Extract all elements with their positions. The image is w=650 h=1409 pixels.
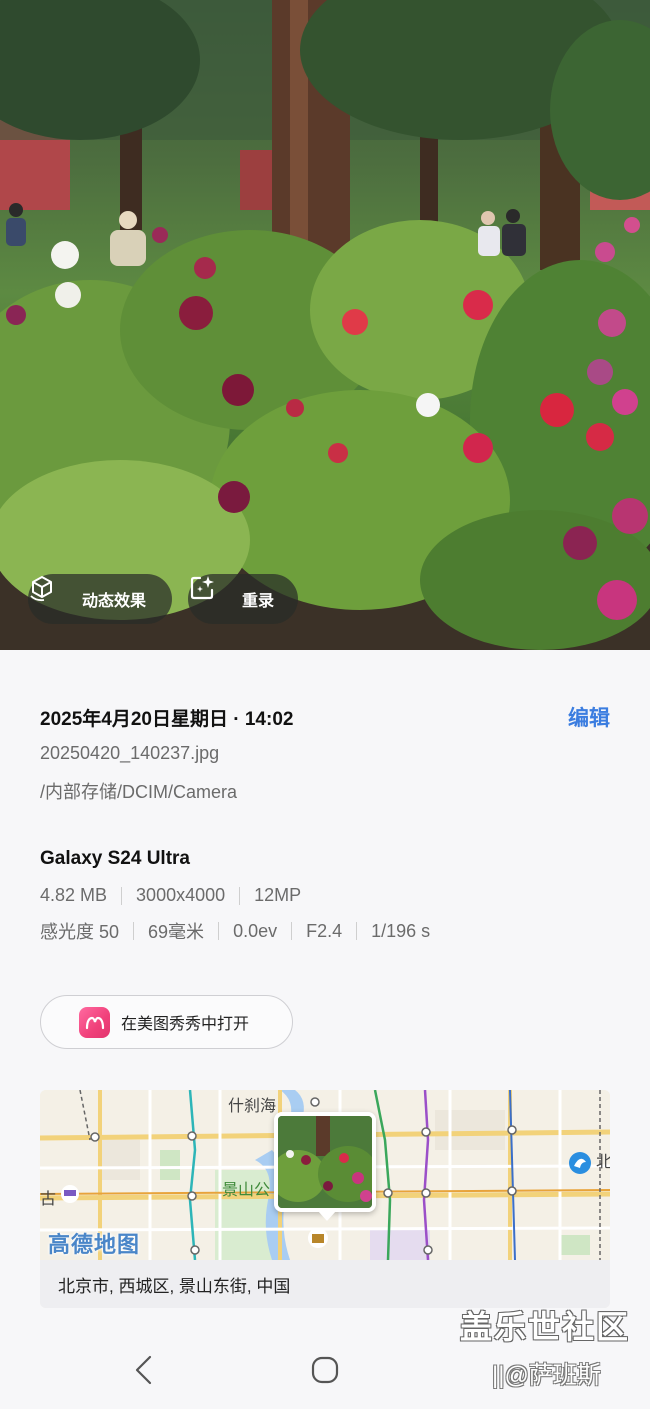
map-label-shichahai: 什刹海 [228, 1098, 277, 1115]
divider [218, 922, 220, 940]
map-photo-thumbnail[interactable] [274, 1112, 376, 1212]
device-model: Galaxy S24 Ultra [40, 848, 190, 869]
aperture: F2.4 [306, 920, 343, 941]
open-in-meitu-button[interactable]: 在美图秀秀中打开 [40, 995, 293, 1049]
cube-rotate-icon [30, 576, 72, 614]
open-in-meitu-label: 在美图秀秀中打开 [121, 1016, 250, 1033]
file-path: /内部存储/DCIM/Camera [40, 782, 238, 802]
back-chevron-icon[interactable] [130, 1355, 158, 1385]
file-size: 4.82 MB [40, 885, 108, 905]
shutter-speed: 1/196 s [371, 920, 431, 941]
home-circle-icon[interactable] [310, 1355, 340, 1385]
meitu-icon [79, 1007, 110, 1038]
exposure-value: 0.0ev [233, 920, 278, 941]
map-label-right-partial: 北 [596, 1154, 610, 1171]
map-label-left-partial: 古 [40, 1191, 57, 1208]
iso-value: 感光度 50 [40, 922, 120, 942]
divider [356, 922, 358, 940]
map-address-bar: 北京市, 西城区, 景山东街, 中国 [40, 1260, 610, 1308]
photo-viewer[interactable]: 动态效果 重录 [0, 0, 650, 650]
resolution: 3000x4000 [136, 885, 226, 905]
rerecord-button[interactable]: 重录 [188, 574, 298, 624]
date-time-title: 2025年4月20日星期日 · 14:02 [40, 709, 294, 730]
details-panel: 2025年4月20日星期日 · 14:02 编辑 20250420_140237… [0, 650, 650, 1409]
focal-length: 69毫米 [148, 922, 205, 942]
divider [291, 922, 293, 940]
amap-logo: 高德地图 [48, 1232, 141, 1257]
peony-garden-photo [0, 0, 650, 650]
thumbnail-pointer [318, 1211, 336, 1221]
file-info-row: 4.82 MB 3000x4000 12MP [40, 885, 301, 906]
sparkle-frame-icon [190, 576, 232, 614]
motion-effect-button[interactable]: 动态效果 [28, 574, 172, 624]
system-nav-bar [0, 1330, 650, 1409]
motion-effect-label: 动态效果 [82, 593, 147, 610]
location-map[interactable]: 什刹海 景山公 古 北 高德地图 北京市, 西城区, 景山东街, 中国 [40, 1090, 610, 1308]
map-label-jingshan: 景山公 [222, 1182, 271, 1199]
divider [239, 886, 241, 905]
rerecord-label: 重录 [242, 593, 275, 610]
divider [121, 886, 123, 905]
exif-row: 感光度 50 69毫米 0.0ev F2.4 1/196 s [40, 918, 430, 944]
thumbnail-image [278, 1116, 372, 1208]
address-text: 北京市, 西城区, 景山东街, 中国 [58, 1276, 291, 1296]
divider [133, 922, 135, 940]
megapixels: 12MP [254, 885, 302, 905]
edit-button[interactable]: 编辑 [568, 702, 610, 732]
file-name: 20250420_140237.jpg [40, 743, 220, 763]
